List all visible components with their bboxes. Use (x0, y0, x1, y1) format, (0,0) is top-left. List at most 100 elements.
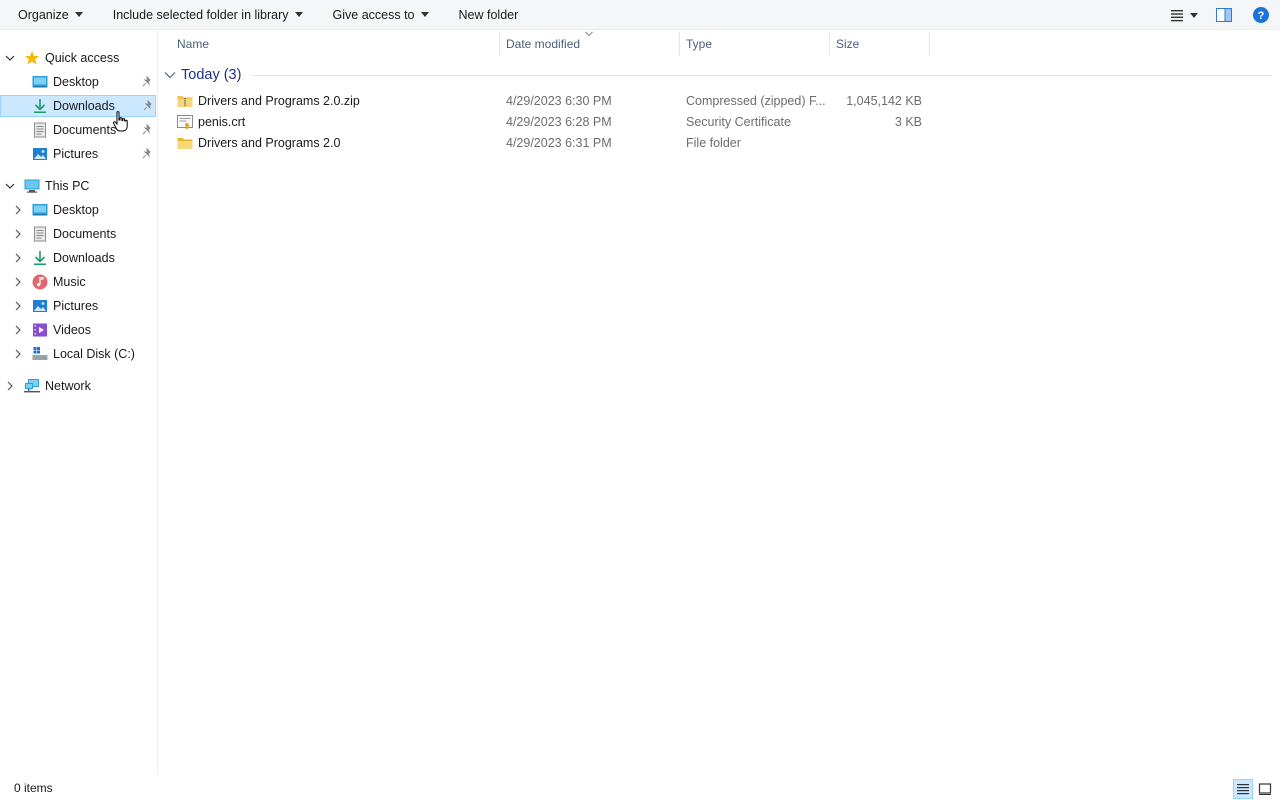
file-size: 1,045,142 KB (846, 93, 922, 108)
documents-icon (32, 122, 48, 138)
file-type: File folder (686, 135, 741, 150)
pin-icon (142, 76, 151, 87)
nav-pc-music[interactable]: Music (0, 271, 156, 293)
nav-quick-desktop[interactable]: Desktop (0, 71, 156, 93)
organize-label: Organize (18, 7, 69, 22)
nav-pc-desktop[interactable]: Desktop (0, 199, 156, 221)
chevron-down-icon[interactable] (5, 181, 15, 191)
column-divider[interactable] (829, 32, 830, 56)
give-access-button[interactable]: Give access to (325, 0, 437, 30)
desktop-icon (32, 74, 48, 90)
file-row[interactable]: Drivers and Programs 2.0 4/29/2023 6:31 … (172, 132, 1272, 153)
organize-button[interactable]: Organize (10, 0, 91, 30)
change-view-button[interactable] (1162, 0, 1206, 30)
file-size (836, 132, 922, 153)
nav-network-label: Network (45, 379, 91, 393)
column-header-size[interactable]: Size (836, 30, 859, 58)
star-icon (24, 50, 40, 66)
nav-quick-pictures-label: Pictures (53, 147, 99, 161)
new-folder-button[interactable]: New folder (451, 0, 527, 30)
certificate-icon (177, 114, 193, 129)
pictures-icon (32, 298, 48, 314)
pictures-icon (32, 146, 48, 162)
column-header-name-label: Name (177, 37, 210, 51)
chevron-right-icon[interactable] (13, 205, 23, 215)
nav-this-pc[interactable]: This PC (0, 175, 156, 197)
column-header-type-label: Type (686, 37, 713, 51)
file-list-pane[interactable]: Name Date modified Type Size Today (3) D… (158, 30, 1280, 774)
column-header-name[interactable]: Name (177, 30, 209, 58)
chevron-right-icon[interactable] (13, 349, 23, 359)
chevron-down-icon (420, 12, 429, 17)
nav-quick-documents-label: Documents (53, 123, 117, 137)
status-bar: 0 items (0, 776, 1280, 800)
file-size: 3 KB (894, 114, 922, 129)
column-divider[interactable] (499, 32, 500, 56)
nav-pc-local-disk[interactable]: Local Disk (C:) (0, 343, 156, 365)
chevron-down-icon (74, 12, 83, 17)
nav-quick-pictures[interactable]: Pictures (0, 143, 156, 165)
file-row[interactable]: penis.crt 4/29/2023 6:28 PM Security Cer… (172, 111, 1272, 132)
nav-quick-access-label: Quick access (45, 51, 120, 65)
file-date: 4/29/2023 6:30 PM (506, 93, 612, 108)
nav-pc-videos[interactable]: Videos (0, 319, 156, 341)
network-icon (24, 378, 40, 394)
group-divider (252, 75, 1272, 76)
sort-descending-icon (585, 31, 593, 37)
pin-icon (143, 100, 152, 111)
nav-pc-pictures[interactable]: Pictures (0, 295, 156, 317)
music-icon (32, 274, 48, 290)
file-row[interactable]: Drivers and Programs 2.0.zip 4/29/2023 6… (172, 90, 1272, 111)
downloads-icon (32, 98, 48, 114)
chevron-right-icon[interactable] (13, 277, 23, 287)
documents-icon (32, 226, 48, 242)
group-header-today[interactable]: Today (3) (164, 64, 241, 86)
desktop-icon (32, 202, 48, 218)
nav-pc-desktop-label: Desktop (53, 203, 99, 217)
large-icons-view-button[interactable] (1255, 779, 1275, 799)
nav-pc-videos-label: Videos (53, 323, 91, 337)
command-bar: Organize Include selected folder in libr… (0, 0, 1280, 30)
details-view-button[interactable] (1233, 779, 1253, 799)
nav-quick-downloads[interactable]: Downloads (0, 95, 156, 117)
drive-icon (32, 346, 48, 362)
nav-pc-documents[interactable]: Documents (0, 223, 156, 245)
nav-quick-downloads-label: Downloads (53, 99, 115, 113)
preview-pane-button[interactable] (1206, 0, 1242, 30)
chevron-right-icon[interactable] (13, 253, 23, 263)
column-divider[interactable] (929, 32, 930, 56)
nav-quick-documents[interactable]: Documents (0, 119, 156, 141)
nav-network[interactable]: Network (0, 375, 156, 397)
item-count: 0 items (14, 781, 53, 795)
help-button[interactable]: ? (1242, 0, 1280, 30)
column-header-size-label: Size (836, 37, 860, 51)
column-header-type[interactable]: Type (686, 30, 712, 58)
details-view-icon (1171, 10, 1198, 22)
svg-text:?: ? (1258, 10, 1265, 22)
chevron-down-icon[interactable] (5, 53, 15, 63)
file-name: Drivers and Programs 2.0.zip (198, 93, 360, 108)
pin-icon (142, 124, 151, 135)
pin-icon (142, 148, 151, 159)
include-library-button[interactable]: Include selected folder in library (105, 0, 311, 30)
column-header-date-modified[interactable]: Date modified (506, 30, 580, 58)
chevron-right-icon[interactable] (5, 381, 15, 391)
nav-pc-documents-label: Documents (53, 227, 117, 241)
column-header-date-label: Date modified (506, 37, 581, 51)
large-icons-view-icon (1258, 783, 1272, 795)
chevron-right-icon[interactable] (13, 301, 23, 311)
nav-quick-access[interactable]: Quick access (0, 47, 156, 69)
give-access-label: Give access to (332, 7, 415, 22)
nav-pc-downloads[interactable]: Downloads (0, 247, 156, 269)
chevron-right-icon[interactable] (13, 325, 23, 335)
new-folder-label: New folder (458, 7, 519, 22)
computer-icon (24, 178, 40, 194)
group-header-label: Today (3) (181, 67, 242, 83)
file-type: Security Certificate (686, 114, 791, 129)
chevron-right-icon[interactable] (13, 229, 23, 239)
zip-folder-icon (177, 95, 193, 107)
navigation-pane[interactable]: Quick access Desktop Downloads Documents… (0, 30, 157, 774)
nav-this-pc-label: This PC (45, 179, 90, 193)
file-date: 4/29/2023 6:31 PM (506, 135, 612, 150)
column-divider[interactable] (679, 32, 680, 56)
